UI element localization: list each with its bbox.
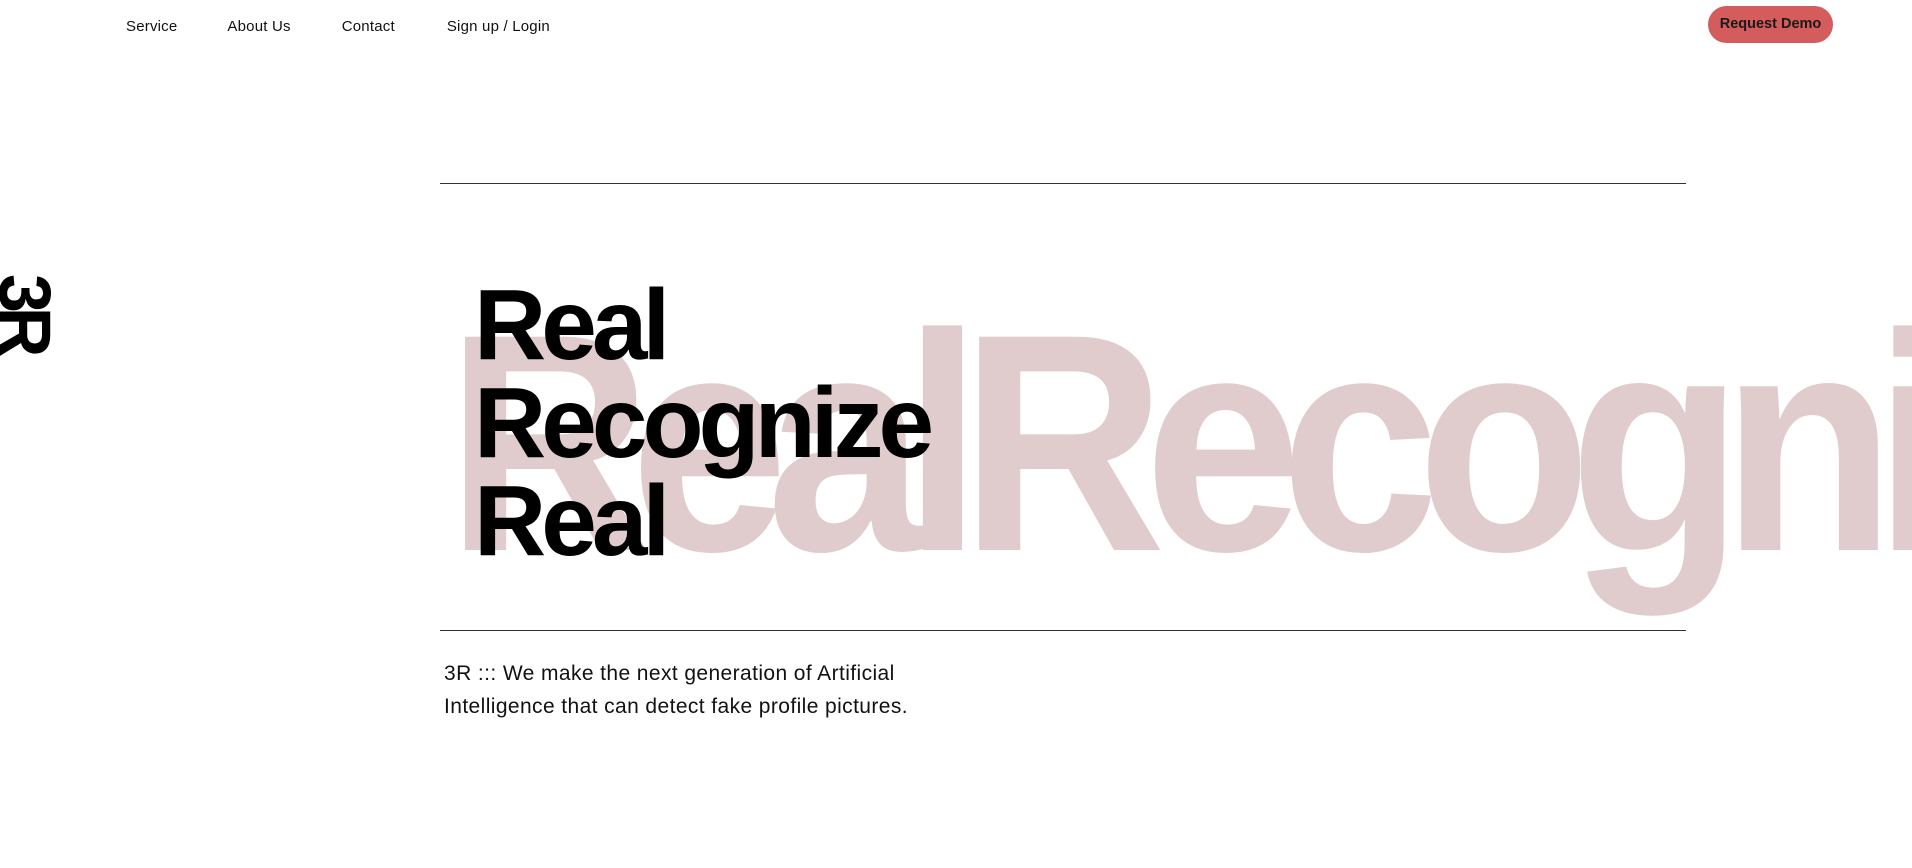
nav-link-about-us[interactable]: About Us xyxy=(227,18,290,35)
side-logo-text: 3R xyxy=(0,274,67,352)
hero-title: Real Recognize Real xyxy=(474,269,934,577)
tagline: 3R ::: We make the next generation of Ar… xyxy=(444,657,1004,723)
tagline-line-2: Intelligence that can detect fake profil… xyxy=(444,695,908,718)
nav-link-service[interactable]: Service xyxy=(126,18,177,35)
request-demo-button[interactable]: Request Demo xyxy=(1708,6,1833,43)
hero-top-divider xyxy=(440,183,1686,184)
landing-page: Service About Us Contact Sign up / Login… xyxy=(0,0,1912,868)
hero-title-line-3: Real xyxy=(474,465,670,577)
hero-title-line-2: Recognize xyxy=(474,367,934,479)
hero-bottom-divider xyxy=(440,630,1686,631)
hero-title-line-1: Real xyxy=(474,269,670,381)
tagline-line-1: 3R ::: We make the next generation of Ar… xyxy=(444,662,895,685)
nav-link-contact[interactable]: Contact xyxy=(342,18,395,35)
nav-link-sign-up-login[interactable]: Sign up / Login xyxy=(447,18,550,35)
top-nav: Service About Us Contact Sign up / Login xyxy=(126,18,550,35)
side-logo[interactable]: 3R xyxy=(0,274,70,364)
